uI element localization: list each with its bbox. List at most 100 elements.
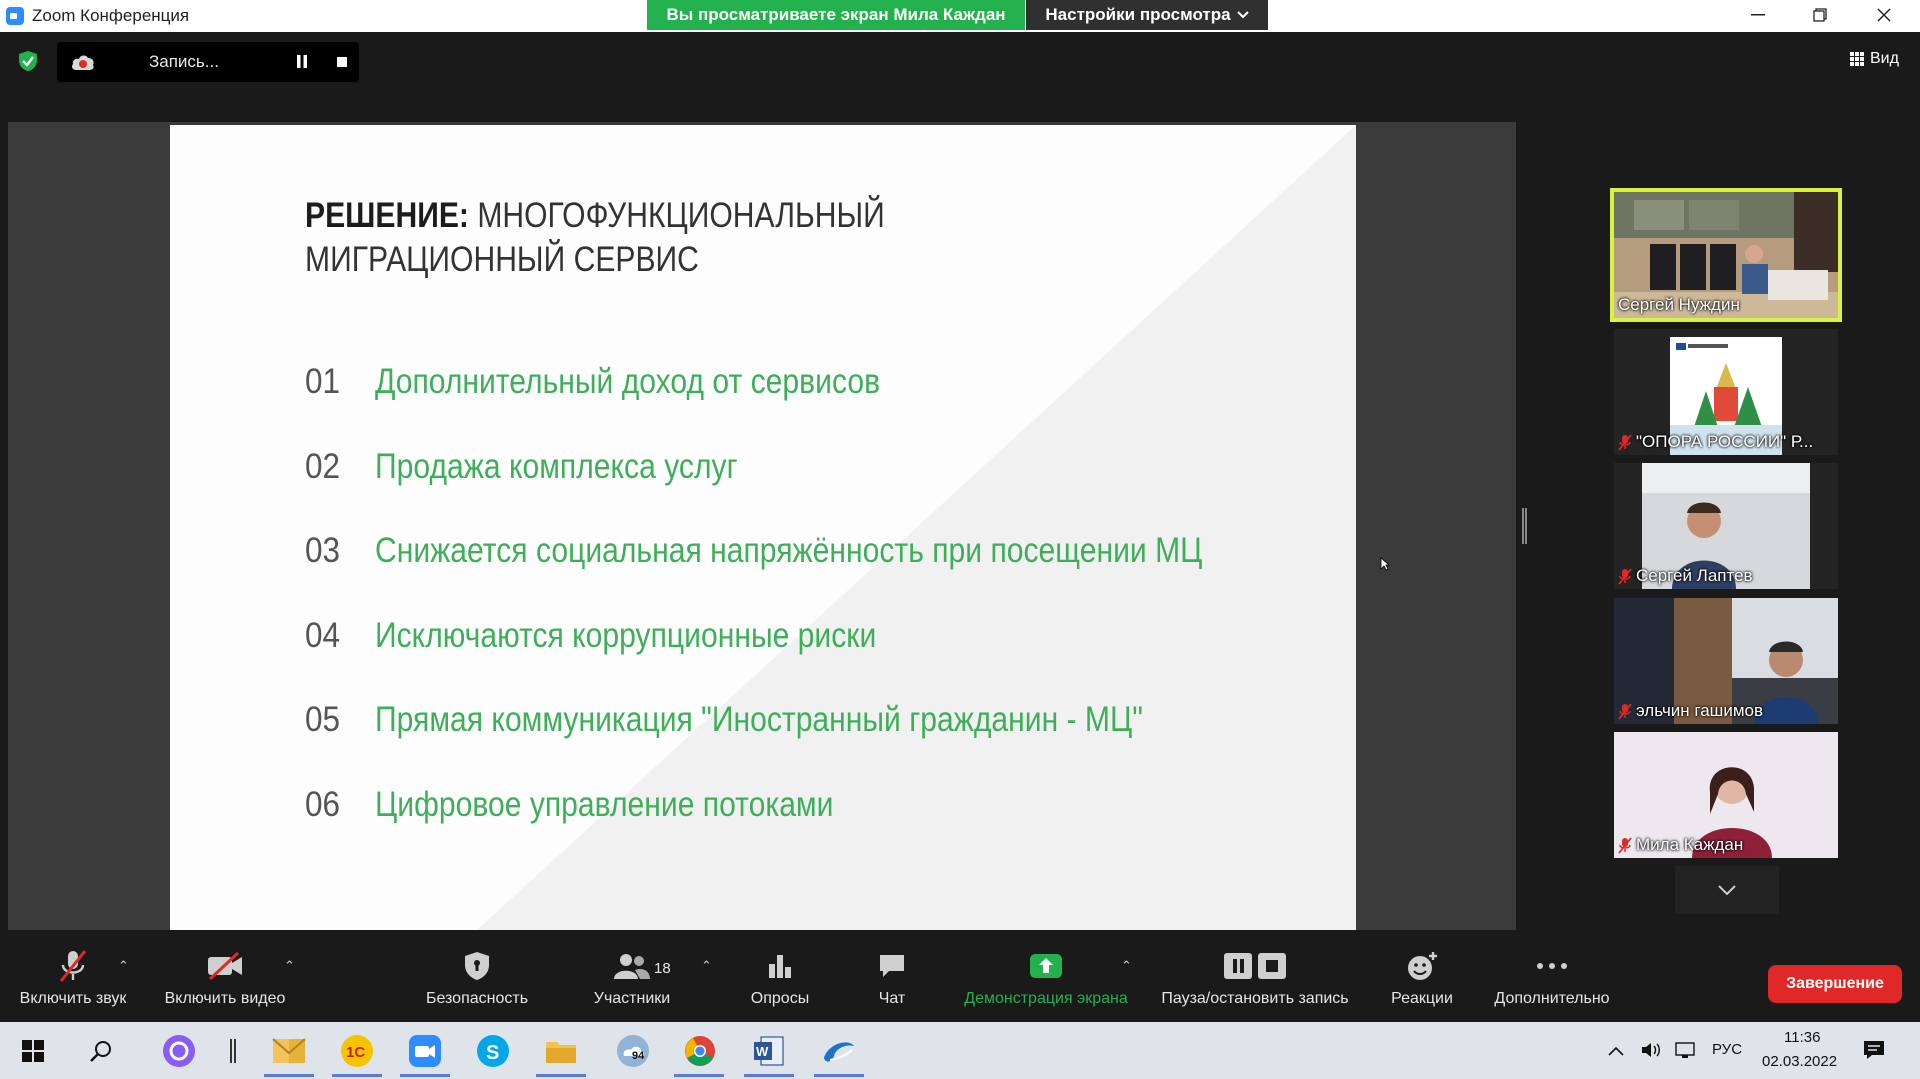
security-label: Безопасность xyxy=(425,990,529,1007)
chevron-down-icon xyxy=(1236,11,1249,19)
muted-mic-icon xyxy=(59,950,87,982)
show-hidden-icons-chevron-icon[interactable] xyxy=(1608,1046,1624,1056)
reactions-label: Реакции xyxy=(1391,990,1453,1007)
assistant-app-button[interactable] xyxy=(160,1032,198,1070)
recording-indicator: Запись... xyxy=(57,42,359,82)
slide-item-text: Дополнительный доход от сервисов xyxy=(375,362,881,401)
slide-item-text: Исключаются коррупционные риски xyxy=(375,616,877,655)
start-video-label: Включить видео xyxy=(164,990,286,1007)
svg-text:S: S xyxy=(486,1042,499,1064)
active-app-indicator xyxy=(264,1074,314,1077)
active-app-indicator xyxy=(400,1074,450,1077)
chrome-taskbar-button[interactable] xyxy=(681,1032,719,1070)
participant-video-tile[interactable]: Сергей Лаптев xyxy=(1614,463,1838,589)
mail-app-icon xyxy=(272,1038,306,1063)
polls-button[interactable]: Опросы xyxy=(738,930,822,1022)
volume-icon[interactable] xyxy=(1640,1040,1664,1060)
skype-app-icon: S xyxy=(477,1035,509,1067)
active-app-indicator xyxy=(744,1074,794,1077)
network-icon[interactable] xyxy=(1674,1040,1698,1060)
slide-item-number: 03 xyxy=(305,531,341,570)
minimize-button[interactable] xyxy=(1728,0,1788,30)
slide-item-number: 02 xyxy=(305,447,341,486)
share-options-caret[interactable]: ⌃ xyxy=(1121,958,1132,974)
edge-taskbar-button[interactable] xyxy=(820,1032,858,1070)
minimize-icon xyxy=(1751,14,1765,16)
windows-taskbar: 1С S 94 W РУС 11:36 02.03.2022 xyxy=(0,1022,1920,1079)
encryption-shield-icon[interactable] xyxy=(18,50,38,72)
zoom-taskbar-button[interactable] xyxy=(406,1032,444,1070)
screen-share-banner: Вы просматриваете экран Мила Каждан xyxy=(647,0,1025,30)
cloud-recording-icon xyxy=(72,55,94,70)
stop-recording-icon[interactable] xyxy=(337,57,347,67)
skype-taskbar-button[interactable]: S xyxy=(474,1032,512,1070)
word-taskbar-button[interactable]: W xyxy=(750,1032,788,1070)
clock-date[interactable]: 02.03.2022 xyxy=(1762,1053,1837,1070)
mouse-cursor-icon xyxy=(1380,557,1390,571)
meeting-top-bar: Запись... Вид xyxy=(0,32,1920,122)
panel-splitter-handle[interactable] xyxy=(1522,508,1527,544)
unmute-label: Включить звук xyxy=(19,990,127,1007)
assistant-app-icon xyxy=(163,1035,195,1067)
file-explorer-taskbar-button[interactable] xyxy=(542,1032,580,1070)
pause-stop-recording-button[interactable]: Пауза/остановить запись xyxy=(1150,930,1360,1022)
share-screen-button[interactable]: Демонстрация экрана xyxy=(954,930,1138,1022)
pause-recording-icon[interactable] xyxy=(297,55,307,68)
outlook-taskbar-button[interactable] xyxy=(270,1032,308,1070)
slide-item-number: 06 xyxy=(305,785,341,824)
search-button[interactable] xyxy=(82,1032,120,1070)
participant-name: эльчин гашимов xyxy=(1636,701,1763,720)
pause-stop-recording-label: Пауза/остановить запись xyxy=(1161,990,1349,1007)
end-meeting-button[interactable]: Завершение xyxy=(1768,965,1902,1003)
browser-app-icon xyxy=(824,1042,854,1062)
reactions-button[interactable]: Реакции xyxy=(1376,930,1468,1022)
meeting-toolbar: Включить звук ⌃ Включить видео ⌃ Безопас… xyxy=(0,930,1920,1022)
weather-badge: 94 xyxy=(632,1050,645,1062)
scroll-participants-down-button[interactable] xyxy=(1675,866,1779,914)
video-options-caret[interactable]: ⌃ xyxy=(284,958,295,974)
participants-icon xyxy=(614,954,650,979)
zoom-app-icon xyxy=(409,1035,441,1067)
start-button[interactable] xyxy=(14,1032,52,1070)
word-app-icon: W xyxy=(754,1036,784,1066)
view-button[interactable]: Вид xyxy=(1850,50,1899,68)
participant-video-tile[interactable]: эльчин гашимов xyxy=(1614,598,1838,724)
muted-mic-icon xyxy=(1618,702,1632,720)
participant-name: "ОПОРА РОССИИ" Р... xyxy=(1636,432,1814,451)
task-view-icon xyxy=(230,1039,236,1063)
1c-taskbar-button[interactable]: 1С xyxy=(338,1032,376,1070)
svg-text:1С: 1С xyxy=(346,1044,365,1061)
zoom-app-icon xyxy=(6,7,24,25)
slide-item-number: 01 xyxy=(305,362,341,401)
chat-button[interactable]: Чат xyxy=(862,930,922,1022)
audio-options-caret[interactable]: ⌃ xyxy=(118,958,129,974)
notification-center-icon[interactable] xyxy=(1862,1039,1886,1061)
video-off-icon xyxy=(208,951,242,981)
participant-name-label: Мила Каждан xyxy=(1618,835,1743,855)
chrome-app-icon xyxy=(685,1036,715,1066)
close-button[interactable] xyxy=(1854,0,1914,30)
slide-title-rest: МНОГОФУНКЦИОНАЛЬНЫЙ xyxy=(477,196,885,235)
more-dots-icon xyxy=(1537,963,1567,969)
participant-video-tile[interactable]: Сергей Нуждин xyxy=(1610,188,1842,322)
recording-label: Запись... xyxy=(149,52,219,71)
search-icon xyxy=(90,1041,111,1062)
unmute-button[interactable]: Включить звук xyxy=(6,930,140,1022)
task-view-button[interactable] xyxy=(214,1032,252,1070)
participant-video-tile[interactable]: Мила Каждан xyxy=(1614,732,1838,858)
active-app-indicator xyxy=(674,1074,724,1077)
security-button[interactable]: Безопасность xyxy=(418,930,536,1022)
weather-taskbar-button[interactable]: 94 xyxy=(614,1032,652,1070)
more-button[interactable]: Дополнительно xyxy=(1484,930,1620,1022)
participants-options-caret[interactable]: ⌃ xyxy=(701,958,712,974)
participant-video-tile[interactable]: "ОПОРА РОССИИ" Р... xyxy=(1614,329,1838,455)
view-settings-dropdown[interactable]: Настройки просмотра xyxy=(1026,0,1268,30)
clock-time[interactable]: 11:36 xyxy=(1784,1029,1820,1046)
language-indicator[interactable]: РУС xyxy=(1712,1041,1742,1058)
participant-name-label: "ОПОРА РОССИИ" Р... xyxy=(1618,432,1813,452)
more-label: Дополнительно xyxy=(1494,990,1610,1007)
svg-text:W: W xyxy=(756,1044,769,1059)
start-video-button[interactable]: Включить видео xyxy=(154,930,296,1022)
chevron-down-icon xyxy=(1718,885,1736,895)
restore-button[interactable] xyxy=(1790,0,1850,30)
